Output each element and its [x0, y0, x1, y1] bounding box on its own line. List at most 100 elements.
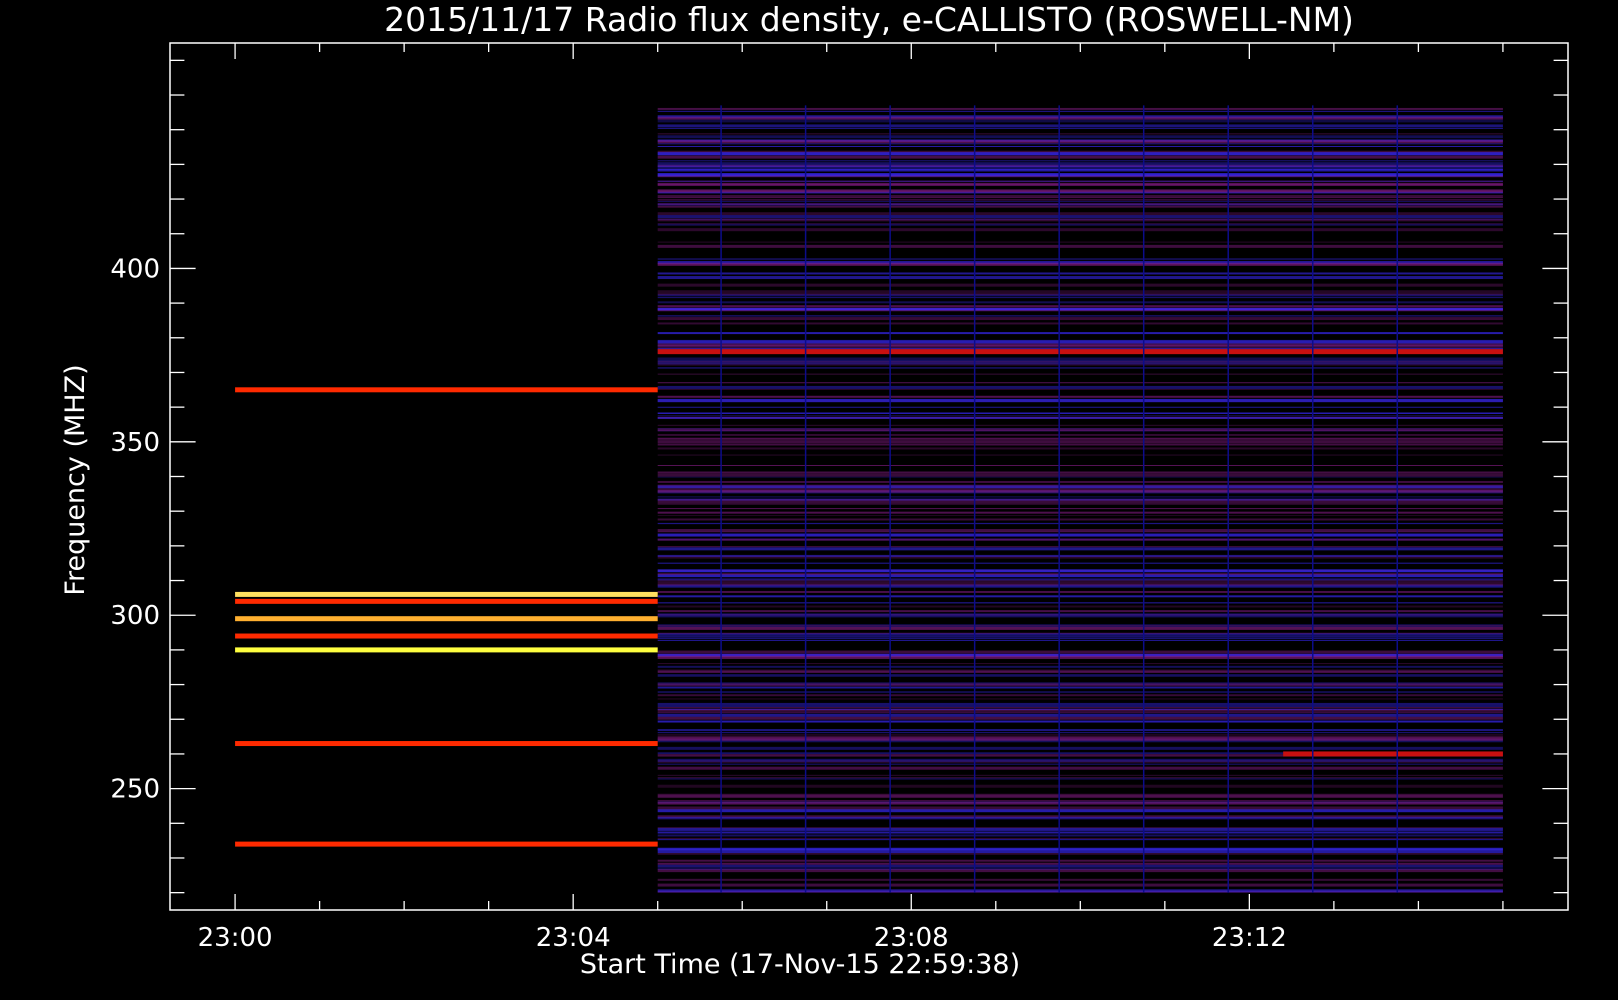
texture-streak: [657, 133, 1503, 135]
x-axis-label: Start Time (17-Nov-15 22:59:38): [580, 949, 1020, 980]
texture-streak: [657, 454, 1503, 456]
emission-band: [235, 616, 658, 622]
emission-band: [657, 349, 1503, 355]
texture-streak: [657, 784, 1503, 788]
texture-streak: [657, 119, 1503, 123]
texture-streak: [657, 433, 1503, 436]
texture-streak: [657, 633, 1503, 635]
texture-streak: [657, 223, 1503, 226]
texture-streak: [657, 399, 1503, 403]
texture-streak: [657, 736, 1503, 739]
texture-streak: [657, 572, 1503, 575]
emission-band: [235, 647, 658, 653]
texture-streak: [657, 815, 1503, 818]
texture-streak: [657, 569, 1503, 573]
texture-streak: [657, 848, 1503, 850]
texture-streak: [657, 831, 1503, 834]
texture-streak: [657, 522, 1503, 524]
emission-band: [235, 591, 658, 597]
texture-streak: [657, 218, 1503, 221]
texture-streak: [657, 538, 1503, 541]
texture-streak: [657, 655, 1503, 659]
emission-band: [235, 633, 658, 639]
texture-streak: [657, 862, 1503, 865]
texture-streak: [657, 674, 1503, 676]
texture-streak: [657, 135, 1503, 139]
texture-streak: [657, 202, 1503, 204]
texture-streak: [657, 734, 1503, 736]
emission-band: [1283, 751, 1503, 757]
texture-streak: [657, 626, 1503, 630]
texture-streak: [657, 173, 1503, 177]
texture-streak: [657, 864, 1503, 868]
texture-streak: [657, 675, 1503, 677]
texture-streak: [657, 367, 1503, 369]
texture-streak: [657, 465, 1503, 467]
texture-streak: [657, 307, 1503, 310]
texture-streak: [657, 686, 1503, 688]
texture-streak: [657, 602, 1503, 604]
texture-streak: [657, 317, 1503, 321]
texture-streak: [657, 127, 1503, 129]
texture-streak: [657, 276, 1503, 280]
texture-streak: [657, 669, 1503, 671]
texture-streak: [657, 853, 1503, 855]
texture-streak: [657, 705, 1503, 707]
texture-streak: [657, 533, 1503, 537]
texture-streak: [657, 339, 1503, 343]
texture-streak: [657, 443, 1503, 446]
texture-streak: [657, 152, 1503, 156]
texture-streak: [657, 241, 1503, 243]
texture-streak: [657, 215, 1503, 219]
y-axis-label: Frequency (MHZ): [60, 364, 91, 595]
texture-streak: [657, 650, 1503, 654]
texture-streak: [657, 283, 1503, 287]
texture-streak: [657, 777, 1503, 779]
texture-streak: [657, 428, 1503, 432]
texture-streak: [657, 199, 1503, 201]
texture-streak: [657, 501, 1503, 505]
texture-streak: [657, 139, 1503, 142]
texture-streak: [657, 778, 1503, 780]
texture-streak: [657, 484, 1503, 487]
y-tick-label: 300: [110, 601, 160, 631]
texture-streak: [657, 827, 1503, 831]
texture-streak: [657, 763, 1503, 765]
emission-band: [235, 598, 658, 604]
texture-streak: [657, 716, 1503, 720]
texture-streak: [657, 203, 1503, 205]
x-tick-label: 23:12: [1212, 923, 1287, 953]
texture-streak: [657, 116, 1503, 118]
texture-streak: [657, 837, 1503, 839]
texture-streak: [657, 711, 1503, 714]
texture-streak: [657, 189, 1503, 192]
texture-streak: [657, 290, 1503, 294]
texture-streak: [657, 839, 1503, 841]
texture-streak: [657, 212, 1503, 216]
texture-streak: [657, 395, 1503, 398]
texture-streak: [657, 817, 1503, 819]
texture-streak: [657, 416, 1503, 419]
texture-streak: [657, 191, 1503, 193]
texture-streak: [657, 774, 1503, 776]
texture-streak: [657, 708, 1503, 710]
texture-streak: [657, 262, 1503, 266]
texture-streak: [657, 687, 1503, 689]
texture-streak: [657, 489, 1503, 493]
texture-streak: [657, 889, 1503, 893]
texture-streak: [657, 806, 1503, 810]
texture-streak: [657, 440, 1503, 444]
texture-streak: [657, 713, 1503, 717]
spectrogram-chart: 23:00 23:04 23:08 23:12250300350400 2015/11…: [0, 0, 1618, 1000]
texture-streak: [657, 244, 1503, 248]
texture-streak: [657, 614, 1503, 616]
texture-streak: [657, 738, 1503, 741]
texture-streak: [657, 388, 1503, 390]
texture-streak: [657, 827, 1503, 829]
texture-streak: [657, 546, 1503, 548]
chart-title: 2015/11/17 Radio flux density, e-CALLIST…: [384, 0, 1354, 39]
texture-streak: [657, 794, 1503, 798]
texture-streak: [657, 511, 1503, 514]
texture-streak: [657, 272, 1503, 275]
texture-streak: [657, 639, 1503, 641]
